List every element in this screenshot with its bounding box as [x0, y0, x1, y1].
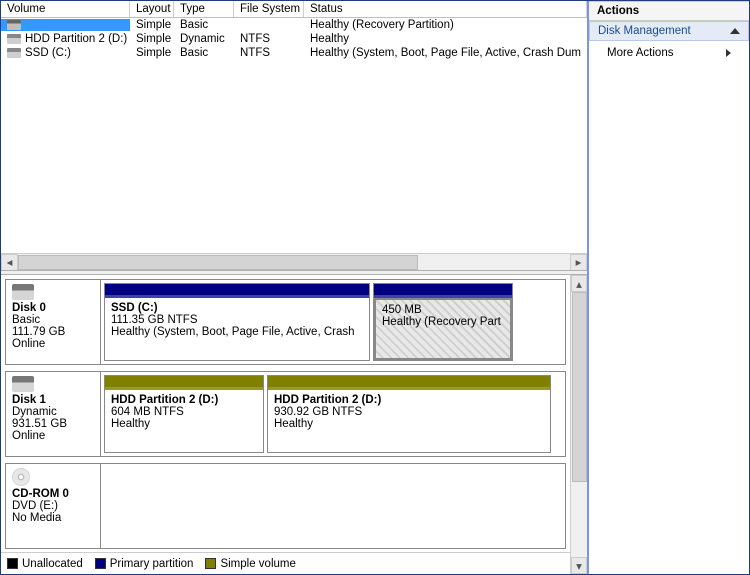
table-row[interactable]: HDD Partition 2 (D:)SimpleDynamicNTFSHea… — [1, 32, 587, 46]
col-type[interactable]: Type — [174, 1, 234, 17]
col-filesystem[interactable]: File System — [234, 1, 304, 17]
table-header: Volume Layout Type File System Status — [1, 1, 587, 18]
table-body: SimpleBasicHealthy (Recovery Partition)H… — [1, 18, 587, 253]
disk-info: CD-ROM 0DVD (E:)No Media — [6, 464, 101, 548]
partition-bar — [105, 284, 369, 298]
volume-icon — [7, 48, 21, 58]
volume-icon — [7, 20, 21, 30]
disk-row[interactable]: Disk 0Basic111.79 GBOnlineSSD (C:)111.35… — [5, 279, 566, 365]
chevron-right-icon — [726, 49, 731, 57]
scroll-down-button[interactable]: ▾ — [571, 557, 587, 574]
actions-header: Actions — [589, 2, 749, 21]
harddisk-icon — [12, 376, 34, 392]
legend-label: Primary partition — [110, 558, 194, 570]
col-layout[interactable]: Layout — [130, 1, 174, 17]
partition[interactable]: SSD (C:)111.35 GB NTFSHealthy (System, B… — [104, 283, 370, 361]
harddisk-icon — [12, 284, 34, 300]
partition[interactable]: HDD Partition 2 (D:)930.92 GB NTFSHealth… — [267, 375, 551, 453]
scroll-left-button[interactable]: ◂ — [1, 254, 18, 271]
volume-table: Volume Layout Type File System Status Si… — [1, 1, 587, 270]
volume-icon — [7, 34, 21, 44]
legend-swatch-unallocated — [7, 558, 18, 569]
disk-row[interactable]: Disk 1Dynamic931.51 GBOnlineHDD Partitio… — [5, 371, 566, 457]
legend-label: Unallocated — [22, 558, 83, 570]
collapse-icon — [730, 28, 740, 34]
scroll-thumb[interactable] — [18, 255, 418, 270]
legend: Unallocated Primary partition Simple vol… — [1, 552, 570, 574]
legend-swatch-primary — [95, 558, 106, 569]
scroll-up-button[interactable]: ▴ — [571, 275, 587, 292]
table-row[interactable]: SimpleBasicHealthy (Recovery Partition) — [1, 18, 587, 32]
partition-bar — [268, 376, 550, 390]
vertical-scrollbar[interactable]: ▴ ▾ — [570, 275, 587, 574]
legend-label: Simple volume — [220, 558, 295, 570]
more-actions-item[interactable]: More Actions — [589, 41, 749, 65]
partition-bar — [105, 376, 263, 390]
col-status[interactable]: Status — [304, 1, 587, 17]
partition-bar — [374, 284, 512, 298]
actions-panel: Actions Disk Management More Actions — [589, 1, 749, 574]
legend-swatch-simple — [205, 558, 216, 569]
actions-section[interactable]: Disk Management — [589, 21, 749, 41]
partition[interactable]: 450 MBHealthy (Recovery Part — [373, 283, 513, 361]
volume-name: HDD Partition 2 (D:) — [25, 33, 127, 45]
horizontal-scrollbar[interactable]: ◂ ▸ — [1, 253, 587, 270]
volume-name: SSD (C:) — [25, 47, 71, 59]
more-actions-label: More Actions — [607, 47, 673, 59]
disk-info: Disk 0Basic111.79 GBOnline — [6, 280, 101, 364]
section-label: Disk Management — [598, 25, 691, 37]
disk-row[interactable]: CD-ROM 0DVD (E:)No Media — [5, 463, 566, 549]
graphical-view: Disk 0Basic111.79 GBOnlineSSD (C:)111.35… — [1, 275, 570, 574]
scroll-thumb[interactable] — [572, 292, 587, 482]
col-volume[interactable]: Volume — [1, 1, 130, 17]
cdrom-icon — [12, 468, 30, 486]
table-row[interactable]: SSD (C:)SimpleBasicNTFSHealthy (System, … — [1, 46, 587, 60]
disk-info: Disk 1Dynamic931.51 GBOnline — [6, 372, 101, 456]
main-panel: Volume Layout Type File System Status Si… — [1, 1, 589, 574]
partition[interactable]: HDD Partition 2 (D:)604 MB NTFSHealthy — [104, 375, 264, 453]
scroll-right-button[interactable]: ▸ — [570, 254, 587, 271]
